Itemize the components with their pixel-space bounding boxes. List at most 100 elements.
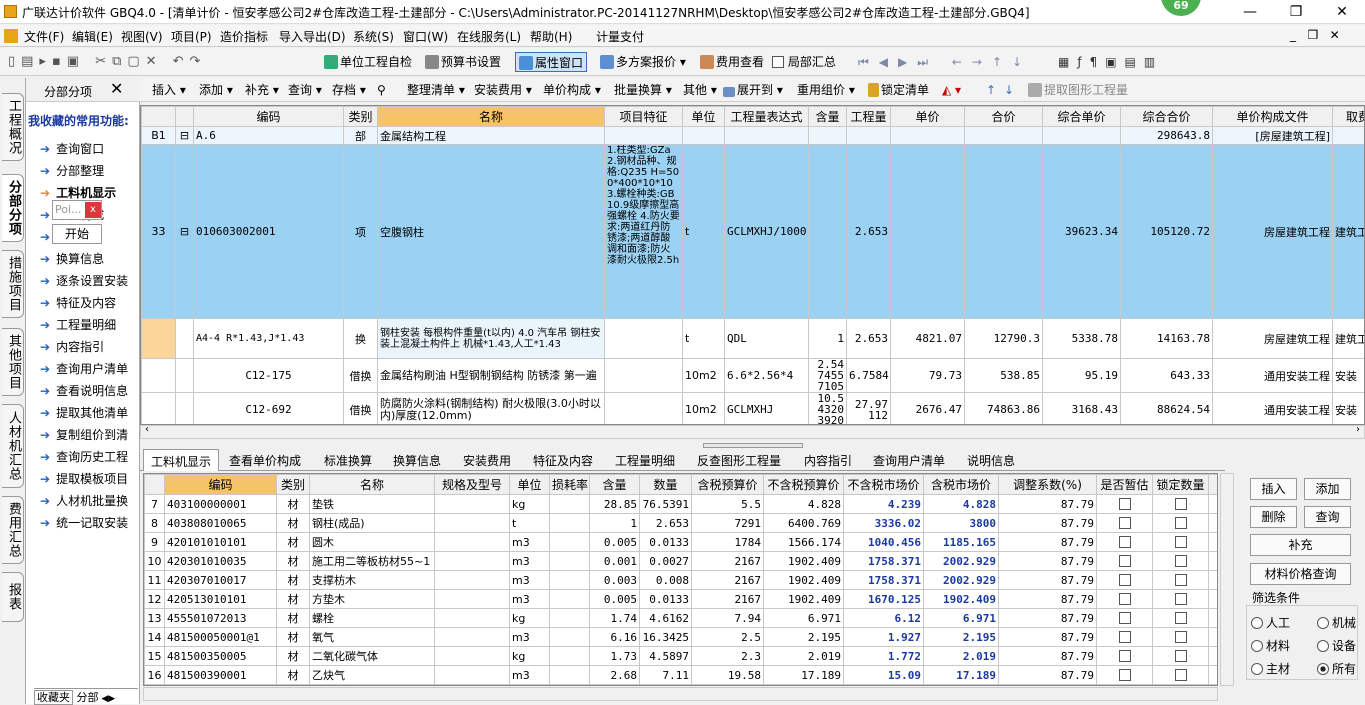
col-type[interactable]: 类别 — [344, 107, 378, 127]
provisional-checkbox[interactable] — [1097, 609, 1153, 628]
maximize-button[interactable]: ❐ — [1273, 0, 1319, 24]
lock-qty-checkbox[interactable] — [1153, 666, 1209, 685]
organize-list-menu[interactable]: 整理清单 ▾ — [407, 80, 465, 100]
menu-window[interactable]: 窗口(W) — [403, 28, 448, 45]
cell-content[interactable]: 6.16 — [590, 628, 640, 647]
cell-code[interactable]: 420307010017 — [165, 571, 277, 590]
cell-price-file[interactable]: 通用安装工程 — [1213, 393, 1333, 426]
menu-edit[interactable]: 编辑(E) — [72, 28, 113, 45]
cell-expr[interactable] — [725, 127, 809, 145]
cell-notax-budget[interactable]: 6.971 — [764, 609, 844, 628]
col-notax-market[interactable]: 不含税市场价 — [844, 475, 924, 495]
cell-coef[interactable]: 87.79 — [999, 571, 1097, 590]
cell-tax-market[interactable]: 6.971 — [924, 609, 999, 628]
cell-tax-market[interactable]: 4.828 — [924, 495, 999, 514]
col-feature[interactable]: 项目特征 — [605, 107, 683, 127]
tab-labor-material-display[interactable]: 工料机显示 — [143, 449, 219, 471]
property-window-button[interactable]: 属性窗口 — [515, 52, 587, 72]
cell-qty[interactable]: 2.653 — [847, 145, 891, 319]
cell-price-file[interactable]: 通用安装工程 — [1213, 359, 1333, 393]
unit-check-button[interactable]: 单位工程自检 — [324, 52, 412, 72]
cell-code[interactable]: C12-175 — [194, 359, 344, 393]
cell-qty[interactable]: 0.0027 — [640, 552, 692, 571]
cell-loss[interactable] — [550, 666, 590, 685]
favorite-item[interactable]: ➔工料机显示 — [40, 184, 138, 201]
tab-price-composition[interactable]: 查看单价构成 — [222, 449, 308, 471]
provisional-checkbox[interactable] — [1097, 666, 1153, 685]
cell-comp-price[interactable]: 95.19 — [1043, 359, 1121, 393]
cell-code[interactable]: 481500390001 — [165, 666, 277, 685]
cell-qty[interactable]: 4.6162 — [640, 609, 692, 628]
table-row[interactable]: 16481500390001材乙炔气m32.687.1119.5817.1891… — [145, 666, 1219, 685]
cell-unit[interactable]: t — [510, 514, 550, 533]
cell-name[interactable]: 方垫木 — [310, 590, 435, 609]
cell-type[interactable]: 材 — [277, 609, 310, 628]
cell-notax-market[interactable]: 3336.02 — [844, 514, 924, 533]
cell-code[interactable]: A.6 — [194, 127, 344, 145]
table-row[interactable]: 13455501072013材螺栓kg1.744.61627.946.9716.… — [145, 609, 1219, 628]
paint-icon[interactable]: ◭ ▾ — [942, 80, 961, 100]
cell-code[interactable]: 010603002001 — [194, 145, 344, 319]
table-row[interactable]: 7403100000001材垫铁kg28.8576.53915.54.8284.… — [145, 495, 1219, 514]
table-row[interactable]: C12-175 借换 金属结构刷油 H型钢制钢结构 防锈漆 第一遍 10m2 6… — [142, 359, 1365, 393]
col-model[interactable]: 规格及型号 — [435, 475, 510, 495]
add-menu[interactable]: 添加 ▾ — [199, 80, 233, 100]
cell-unit[interactable]: m3 — [510, 666, 550, 685]
col-price[interactable]: 单价 — [891, 107, 965, 127]
cell-unit[interactable]: t — [683, 319, 725, 359]
cell-name[interactable]: 支撑枋木 — [310, 571, 435, 590]
cell-qty[interactable]: 76.5391 — [640, 495, 692, 514]
cell-price[interactable] — [891, 127, 965, 145]
col-qty[interactable]: 数量 — [640, 475, 692, 495]
cell-model[interactable] — [435, 647, 510, 666]
menu-project[interactable]: 项目(P) — [171, 28, 212, 45]
cell-comp-total[interactable]: 105120.72 — [1121, 145, 1213, 319]
cell-unit[interactable]: m3 — [510, 628, 550, 647]
table-row[interactable]: 15481500350005材二氧化碳气体kg1.734.58972.32.01… — [145, 647, 1219, 666]
col-content[interactable]: 含量 — [809, 107, 847, 127]
binoculars-icon[interactable]: ⚲ — [377, 80, 386, 100]
col-lock-qty[interactable]: 锁定数量 — [1153, 475, 1209, 495]
lock-qty-checkbox[interactable] — [1153, 495, 1209, 514]
archive-menu[interactable]: 存档 ▾ — [332, 80, 366, 100]
cell-notax-market[interactable]: 1.927 — [844, 628, 924, 647]
provisional-checkbox[interactable] — [1097, 495, 1153, 514]
cell-name[interactable]: 施工用二等板枋材55~1 — [310, 552, 435, 571]
col-spec[interactable]: 取费专业 — [1333, 107, 1365, 127]
cell-tax-market[interactable]: 17.189 — [924, 666, 999, 685]
cell-model[interactable] — [435, 628, 510, 647]
col-price-file[interactable]: 单价构成文件 — [1213, 107, 1333, 127]
cell-notax-market[interactable]: 4.239 — [844, 495, 924, 514]
cell-tax-budget[interactable]: 1784 — [692, 533, 764, 552]
cell-name[interactable]: 垫铁 — [310, 495, 435, 514]
filter-equipment-radio[interactable]: 设备 — [1317, 637, 1356, 654]
favorite-item[interactable]: ➔提取其他清单 — [40, 404, 138, 421]
mdi-controls[interactable]: _ ❐ ✕ — [1290, 28, 1340, 42]
cell-content[interactable]: 1 — [590, 514, 640, 533]
tab-favorites[interactable]: 收藏夹 — [34, 690, 73, 705]
vertical-scrollbar[interactable] — [1220, 473, 1234, 686]
favorite-item[interactable]: ➔人材机批量换 — [40, 492, 138, 509]
tab-user-list[interactable]: 查询用户清单 — [866, 449, 952, 471]
cell-loss[interactable] — [550, 552, 590, 571]
cell-content[interactable]: 2.68 — [590, 666, 640, 685]
popup-close-icon[interactable]: x — [85, 202, 101, 218]
tab-feature-content[interactable]: 特征及内容 — [526, 449, 600, 471]
cell-type[interactable]: 材 — [277, 590, 310, 609]
cell-comp-total[interactable]: 88624.54 — [1121, 393, 1213, 426]
cell-tax-budget[interactable]: 7291 — [692, 514, 764, 533]
cell-comp-price[interactable]: 5338.78 — [1043, 319, 1121, 359]
provisional-checkbox[interactable] — [1097, 628, 1153, 647]
tab-description[interactable]: 说明信息 — [960, 449, 1022, 471]
lock-qty-checkbox[interactable] — [1153, 514, 1209, 533]
cell-notax-market[interactable]: 15.09 — [844, 666, 924, 685]
cell-code[interactable]: 420101010101 — [165, 533, 277, 552]
collapse-icon[interactable]: ⊟ — [176, 145, 194, 319]
cell-name[interactable]: 金属结构工程 — [378, 127, 605, 145]
cell-comp-total[interactable]: 298643.8 — [1121, 127, 1213, 145]
lock-qty-checkbox[interactable] — [1153, 647, 1209, 666]
cell-tax-budget[interactable]: 19.58 — [692, 666, 764, 685]
cell-name[interactable]: 二氧化碳气体 — [310, 647, 435, 666]
cell-tax-budget[interactable]: 7.94 — [692, 609, 764, 628]
cell-model[interactable] — [435, 533, 510, 552]
